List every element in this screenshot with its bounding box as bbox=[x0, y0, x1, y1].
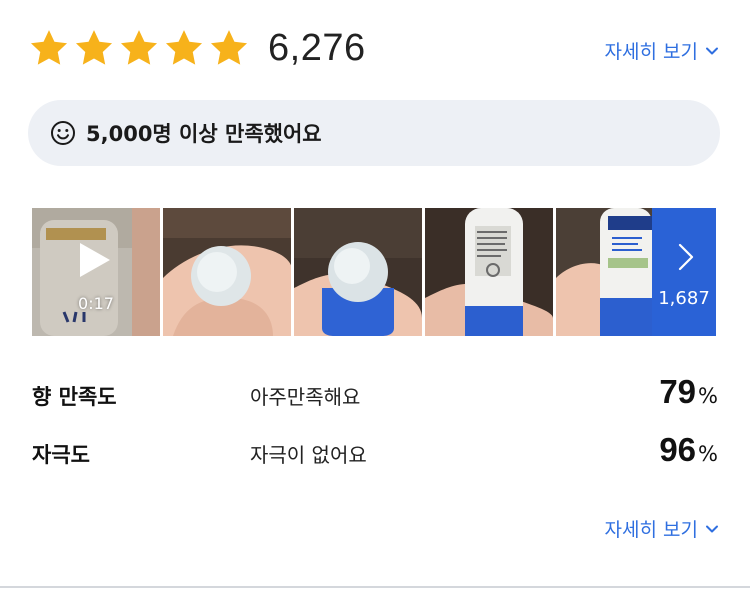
satisfaction-banner: 5,000명 이상 만족했어요 bbox=[28, 100, 720, 166]
satisfaction-text: 5,000명 이상 만족했어요 bbox=[86, 122, 322, 146]
rating-summary: 6,276 bbox=[28, 22, 366, 74]
star-icon bbox=[30, 30, 68, 65]
stat-row-irritation: 자극도 자극이 없어요 96 % bbox=[32, 431, 720, 475]
stat-percent-unit: % bbox=[698, 384, 718, 408]
stat-percent-unit: % bbox=[698, 442, 718, 466]
view-details-label: 자세히 보기 bbox=[604, 519, 698, 541]
chevron-down-icon bbox=[706, 525, 718, 532]
review-video-thumbnail[interactable]: 0:17 bbox=[32, 208, 160, 336]
stat-label: 향 만족도 bbox=[32, 385, 117, 409]
review-media-strip: 0:17 bbox=[32, 208, 716, 336]
stat-value: 자극이 없어요 bbox=[250, 443, 367, 467]
star-icon bbox=[120, 30, 158, 65]
review-photo bbox=[163, 208, 291, 336]
play-icon bbox=[80, 243, 110, 277]
view-details-link[interactable]: 자세히 보기 bbox=[605, 37, 720, 64]
star-icon bbox=[210, 30, 248, 65]
stat-row-scent: 향 만족도 아주만족해요 79 % bbox=[32, 373, 720, 417]
star-icon bbox=[75, 30, 113, 65]
view-details-label: 자세히 보기 bbox=[604, 41, 698, 63]
stat-label: 자극도 bbox=[32, 443, 90, 467]
stat-percent-number: 96 bbox=[659, 431, 697, 468]
review-photo bbox=[425, 208, 553, 336]
video-duration: 0:17 bbox=[78, 294, 114, 313]
review-photo bbox=[556, 208, 652, 336]
review-photo-thumbnail[interactable] bbox=[294, 208, 422, 336]
review-photo-thumbnail[interactable] bbox=[425, 208, 553, 336]
star-rating bbox=[28, 27, 250, 69]
review-photo-thumbnail[interactable] bbox=[556, 208, 652, 336]
review-photo-thumbnail[interactable] bbox=[163, 208, 291, 336]
view-details-link[interactable]: 자세히 보기 bbox=[605, 515, 720, 542]
stat-percent-number: 79 bbox=[659, 373, 697, 410]
more-photos-button[interactable]: 1,687 bbox=[652, 208, 716, 336]
stat-value: 아주만족해요 bbox=[250, 385, 361, 409]
smile-icon bbox=[51, 121, 75, 145]
more-photos-count: 1,687 bbox=[658, 288, 710, 309]
review-photo bbox=[294, 208, 422, 336]
star-icon bbox=[165, 30, 203, 65]
chevron-down-icon bbox=[706, 47, 718, 54]
stat-percent: 79 % bbox=[659, 373, 718, 411]
chevron-right-icon bbox=[678, 243, 694, 271]
section-divider bbox=[0, 586, 750, 588]
stat-percent: 96 % bbox=[659, 431, 718, 469]
review-count: 6,276 bbox=[268, 26, 366, 69]
